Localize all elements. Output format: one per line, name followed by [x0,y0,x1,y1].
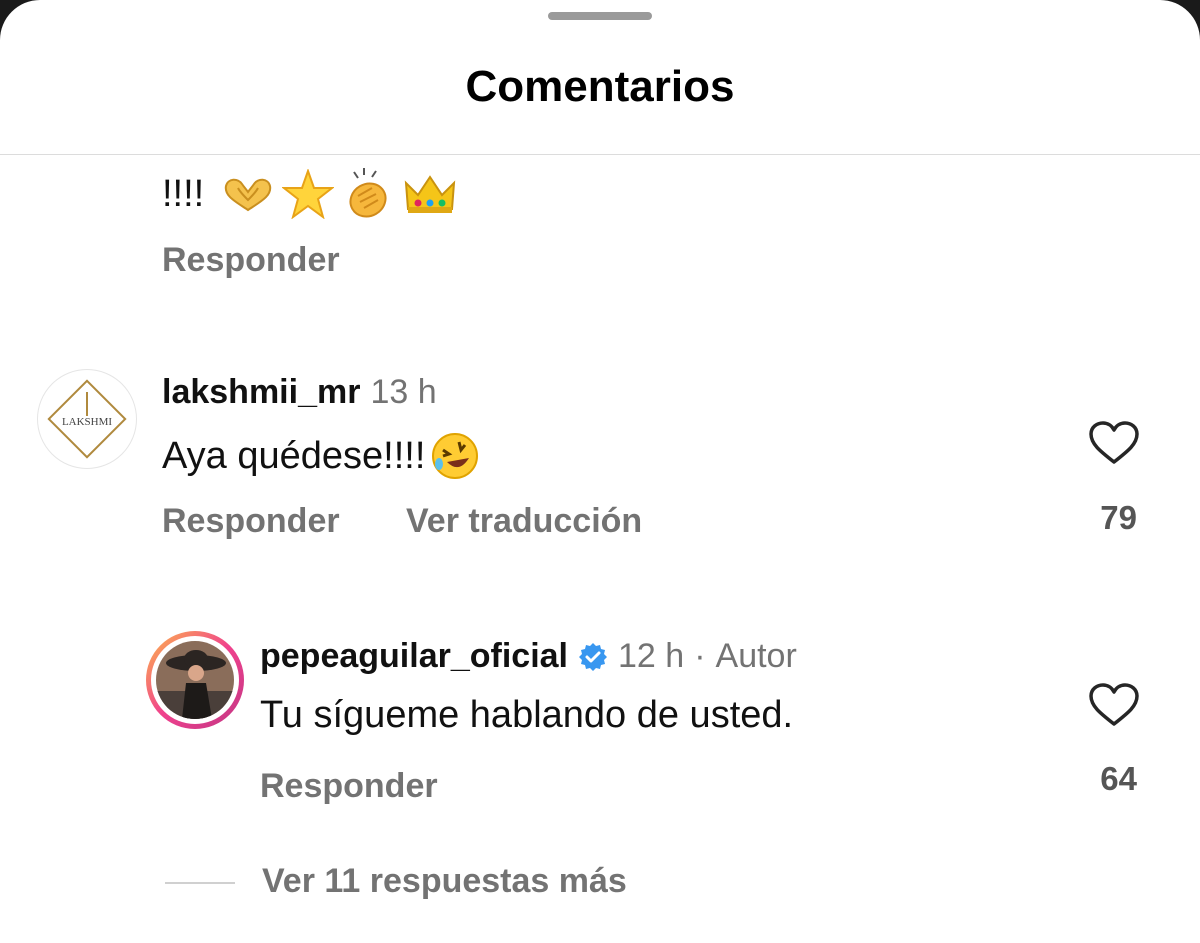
avatar-lakshmii-mr[interactable]: LAKSHMI [37,369,137,469]
view-more-replies-button[interactable]: Ver 11 respuestas más [262,862,627,901]
like-count: 64 [1100,760,1137,797]
svg-text:LAKSHMI: LAKSHMI [62,416,112,428]
sheet-grabber[interactable] [548,12,652,20]
comment-text-lakshmii: Aya quédese!!!! [162,434,426,477]
author-label: Autor [715,637,797,675]
comment-time: 12 h [618,637,685,675]
username-lakshmii-mr[interactable]: lakshmii_mr [162,373,360,412]
clapping-hands-emoji-icon [349,168,387,218]
top-comment-reply-button[interactable]: Responder [162,241,340,280]
star-emoji-icon [282,169,335,219]
verified-badge-icon [578,642,608,672]
avatar-pepeaguilar-oficial-ring[interactable] [146,631,244,729]
comment-body: Aya quédese!!!! [162,430,481,482]
avatar-photo-icon [156,641,234,719]
like-count: 79 [1100,499,1137,536]
lakshmi-logo-icon: LAKSHMI [47,379,127,459]
rolling-laughing-emoji-icon [432,433,479,479]
comment-time: 13 h [370,373,437,411]
comment-body: Tu sígueme hablando de usted. [260,694,793,737]
comment-text-pepeaguilar: Tu sígueme hablando de usted. [260,694,794,736]
emoji-row [220,166,458,222]
heart-hands-emoji-icon [225,178,272,212]
comment-username[interactable]: pepeaguilar_oficial 12 h · Autor [260,637,797,676]
username-pepeaguilar-oficial[interactable]: pepeaguilar_oficial [260,637,568,676]
comment-reply-button[interactable]: Responder [162,502,340,541]
crown-emoji-icon [405,175,456,213]
comment-username[interactable]: lakshmii_mr 13 h [162,373,437,412]
heart-outline-icon[interactable] [1088,420,1140,466]
view-more-divider [165,882,235,884]
top-comment-text: !!!! [162,166,458,222]
comment-reply-button[interactable]: Responder [260,767,438,806]
sheet-title: Comentarios [465,62,735,111]
meta-separator: · [694,637,706,675]
see-translation-button[interactable]: Ver traducción [406,502,642,541]
top-comment-label: !!!! [162,172,205,215]
heart-outline-icon[interactable] [1088,682,1140,728]
comments-sheet: Comentarios !!!! Responder LAKSHMI laksh… [0,0,1200,943]
header-divider [0,154,1200,155]
